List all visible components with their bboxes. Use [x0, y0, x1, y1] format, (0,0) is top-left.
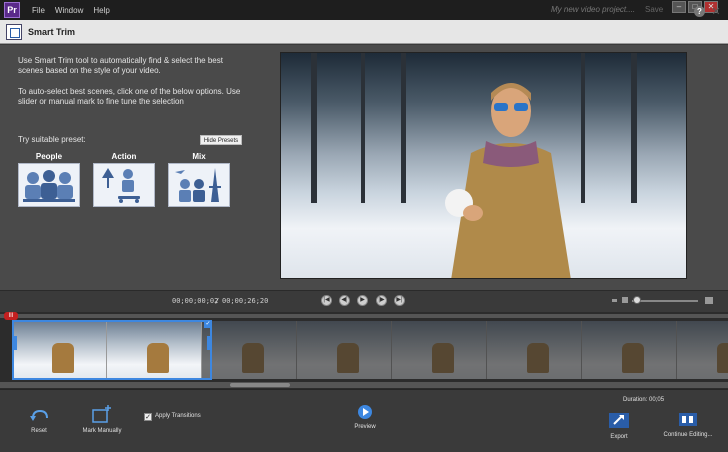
- zoom-out-icon[interactable]: [612, 299, 617, 302]
- skip-forward-icon[interactable]: ▶|: [394, 295, 405, 306]
- timeline-frame: [202, 321, 297, 379]
- bottom-action-bar: Reset Mark Manually ✓ Apply Transitions …: [0, 389, 728, 452]
- timeline-frame: [677, 321, 728, 379]
- playback-controls: 00;00;00;02 / 00;00;26;20 |◀ ◀| ▶ |▶ ▶|: [0, 290, 728, 310]
- selection-check-icon: ✓: [204, 320, 212, 328]
- zoom-slider[interactable]: [632, 300, 698, 302]
- page-title: Smart Trim: [28, 26, 76, 37]
- selection-range[interactable]: [12, 320, 212, 380]
- step-back-icon[interactable]: ◀|: [339, 295, 350, 306]
- frame-person: [527, 343, 549, 373]
- people-icon: [23, 170, 75, 202]
- time-separator: /: [215, 297, 220, 305]
- preset-name-action: Action: [111, 152, 137, 161]
- continue-editing-button[interactable]: Continue Editing...: [660, 410, 716, 438]
- mix-icon: [175, 168, 221, 202]
- timeline-frame: [487, 321, 582, 379]
- frame-person: [622, 343, 644, 373]
- person-in-snow-image: [445, 83, 571, 278]
- timeline-frame: [392, 321, 487, 379]
- reset-button[interactable]: Reset: [24, 408, 54, 434]
- reset-icon: [30, 409, 48, 421]
- mark-manually-icon: [92, 405, 111, 423]
- play-icon[interactable]: ▶: [357, 295, 368, 306]
- project-title: My new video project....: [551, 5, 636, 14]
- total-time: 00;00;26;20: [222, 297, 269, 305]
- menu-file[interactable]: File: [32, 6, 45, 15]
- frame-person: [432, 343, 454, 373]
- preset-action[interactable]: [93, 163, 155, 207]
- timeline-frame: [297, 321, 392, 379]
- playhead-marker[interactable]: III: [4, 312, 18, 320]
- apply-transitions-checkbox[interactable]: ✓: [144, 413, 152, 421]
- preview-button[interactable]: Preview: [350, 404, 380, 430]
- export-button[interactable]: Export: [604, 410, 634, 440]
- close-icon[interactable]: ✕: [710, 6, 722, 18]
- video-preview: [280, 52, 687, 279]
- preset-name-people: People: [35, 152, 63, 161]
- preset-people[interactable]: [18, 163, 80, 207]
- zoom-frame-icon[interactable]: [622, 297, 628, 303]
- duration-label: Duration: 00;05: [623, 397, 665, 403]
- timeline-scrollbar-thumb[interactable]: [230, 383, 290, 387]
- help-icon[interactable]: ?: [694, 6, 705, 17]
- export-icon: [609, 413, 629, 428]
- current-time: 00;00;00;02: [172, 297, 219, 305]
- instruction-text-1: Use Smart Trim tool to automatically fin…: [18, 56, 223, 75]
- preset-label: Try suitable preset:: [18, 135, 86, 144]
- smart-trim-titlebar: Smart Trim: [0, 20, 728, 44]
- action-icon: [102, 168, 140, 203]
- frame-person: [717, 343, 728, 373]
- instruction-text-2: To auto-select best scenes, click one of…: [18, 87, 241, 106]
- frame-person: [337, 343, 359, 373]
- app-logo-icon: Pr: [4, 2, 20, 18]
- save-button[interactable]: Save: [645, 5, 663, 14]
- minimize-button[interactable]: –: [672, 1, 686, 13]
- smart-trim-icon: [6, 23, 22, 40]
- selection-start-handle[interactable]: [12, 336, 17, 350]
- hide-presets-button[interactable]: Hide Presets: [200, 135, 242, 145]
- continue-editing-icon: [679, 413, 697, 426]
- menu-window[interactable]: Window: [55, 6, 83, 15]
- preset-name-mix: Mix: [192, 152, 206, 161]
- step-forward-icon[interactable]: |▶: [376, 295, 387, 306]
- timeline-ruler[interactable]: [0, 314, 728, 318]
- zoom-slider-thumb[interactable]: [633, 296, 642, 304]
- preset-mix[interactable]: [168, 163, 230, 207]
- selection-end-handle[interactable]: [207, 336, 212, 350]
- skip-back-icon[interactable]: |◀: [321, 295, 332, 306]
- preview-play-icon: [358, 405, 372, 419]
- timeline[interactable]: III ✓: [0, 312, 728, 389]
- menu-help[interactable]: Help: [93, 6, 109, 15]
- apply-transitions-label: Apply Transitions: [155, 413, 201, 419]
- frame-person: [242, 343, 264, 373]
- timeline-scrollbar[interactable]: [0, 382, 728, 388]
- timeline-frame: [582, 321, 677, 379]
- mark-manually-button[interactable]: Mark Manually: [80, 404, 124, 434]
- zoom-fit-icon[interactable]: [705, 297, 713, 304]
